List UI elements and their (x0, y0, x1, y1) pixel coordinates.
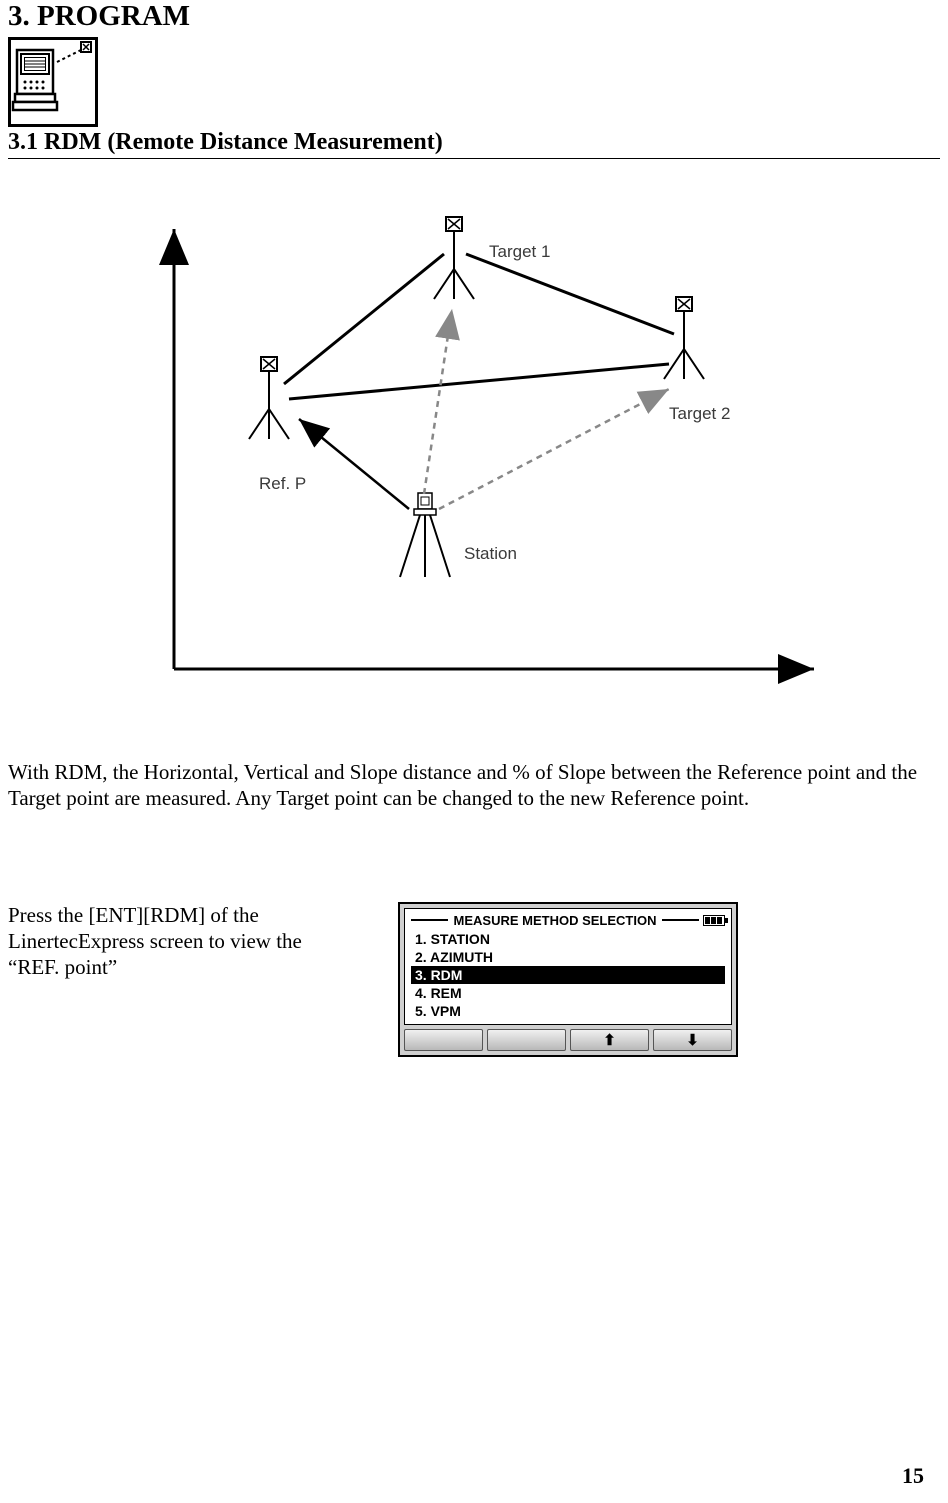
menu-item-vpm[interactable]: 5. VPM (411, 1002, 725, 1020)
program-icon (8, 37, 98, 127)
softkey-2[interactable] (487, 1029, 566, 1051)
instruction-text: Press the [ENT][RDM] of the LinertecExpr… (8, 902, 318, 981)
menu-item-azimuth[interactable]: 2. AZIMUTH (411, 948, 725, 966)
softkey-up[interactable]: ⬆ (570, 1029, 649, 1051)
rdm-diagram: Ref. P Target 1 Target 2 (8, 189, 940, 699)
body-paragraph: With RDM, the Horizontal, Vertical and S… (8, 759, 940, 812)
diagram-target2-label: Target 2 (669, 404, 730, 423)
diagram-refp-label: Ref. P (259, 474, 306, 493)
battery-icon (703, 915, 725, 926)
page-number: 15 (902, 1463, 924, 1489)
device-screen: MEASURE METHOD SELECTION 1. STATION 2. A… (398, 902, 738, 1057)
subsection-title: 3.1 RDM (Remote Distance Measurement) (8, 129, 940, 159)
diagram-station-label: Station (464, 544, 517, 563)
menu-item-rdm[interactable]: 3. RDM (411, 966, 725, 984)
diagram-target1-label: Target 1 (489, 242, 550, 261)
screen-title: MEASURE METHOD SELECTION (448, 913, 663, 928)
section-title: 3. PROGRAM (8, 0, 940, 33)
softkey-down[interactable]: ⬇ (653, 1029, 732, 1051)
softkey-1[interactable] (404, 1029, 483, 1051)
menu-item-rem[interactable]: 4. REM (411, 984, 725, 1002)
menu-item-station[interactable]: 1. STATION (411, 930, 725, 948)
